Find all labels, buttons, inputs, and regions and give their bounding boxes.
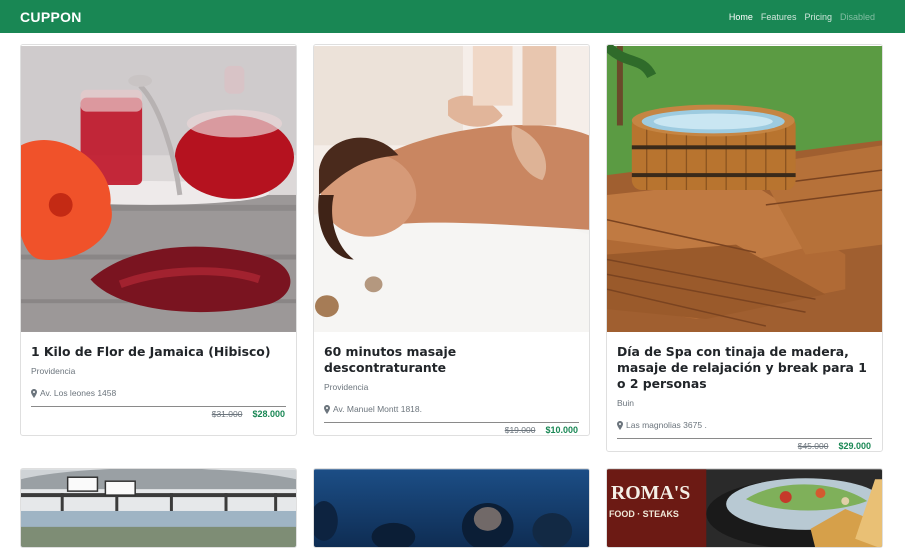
deal-title[interactable]: Día de Spa con tinaja de madera, masaje … <box>617 344 872 392</box>
price-new: $10.000 <box>545 425 578 435</box>
price-old: $19.000 <box>504 425 536 435</box>
deal-image-romas-restaurant[interactable]: ROMA'S FOOD · STEAKS <box>607 469 882 548</box>
map-pin-icon <box>617 420 623 430</box>
price-new: $28.000 <box>252 409 285 419</box>
deal-price-row: $45.000 $29.000 <box>617 438 872 451</box>
map-pin-icon <box>31 388 37 398</box>
deal-image-massage[interactable] <box>314 45 589 333</box>
deal-image-concert-crowd[interactable] <box>314 469 589 548</box>
restaurant-tagline: FOOD · STEAKS <box>609 509 679 519</box>
deal-price-row: $19.000 $10.000 <box>324 422 579 435</box>
deal-city: Buin <box>617 398 635 408</box>
deal-address-text: Av. Los leones 1458 <box>40 388 117 398</box>
price-old: $45.000 <box>797 441 829 451</box>
nav-links: Home Features Pricing Disabled <box>725 12 879 22</box>
brand-logo[interactable]: CUPPON <box>20 9 82 25</box>
deal-address: Las magnolias 3675 . <box>617 420 872 430</box>
deal-title[interactable]: 1 Kilo de Flor de Jamaica (Hibisco) <box>31 344 286 360</box>
deal-price-row: $31.000 $28.000 <box>31 406 286 419</box>
deal-card[interactable] <box>20 468 297 548</box>
nav-link-disabled: Disabled <box>839 11 875 22</box>
deal-card[interactable]: Día de Spa con tinaja de madera, masaje … <box>606 44 883 452</box>
price-new: $29.000 <box>838 441 871 451</box>
deal-title[interactable]: 60 minutos masaje descontraturante <box>324 344 579 376</box>
deal-address: Av. Los leones 1458 <box>31 388 286 398</box>
deal-card[interactable]: ROMA'S FOOD · STEAKS <box>606 468 883 548</box>
deal-image-greenhouse[interactable] <box>21 469 296 548</box>
deal-card[interactable] <box>313 468 590 548</box>
deal-address-text: Las magnolias 3675 . <box>626 420 707 430</box>
deal-card[interactable]: 60 minutos masaje descontraturante Provi… <box>313 44 590 436</box>
restaurant-logo-text: ROMA'S <box>611 482 690 504</box>
deal-address: Av. Manuel Montt 1818. <box>324 404 579 414</box>
nav-link-home[interactable]: Home <box>725 12 757 22</box>
nav-link-features[interactable]: Features <box>757 12 801 22</box>
deal-city: Providencia <box>31 366 76 376</box>
price-old: $31.000 <box>211 409 243 419</box>
map-pin-icon <box>324 404 330 414</box>
navbar: CUPPON Home Features Pricing Disabled <box>0 0 905 33</box>
deal-card[interactable]: 1 Kilo de Flor de Jamaica (Hibisco) Prov… <box>20 44 297 436</box>
deal-city: Providencia <box>324 382 369 392</box>
deal-image-hibiscus-tea[interactable] <box>21 45 296 333</box>
deal-image-wooden-hot-tub[interactable] <box>607 45 882 333</box>
nav-link-pricing[interactable]: Pricing <box>800 12 836 22</box>
deal-address-text: Av. Manuel Montt 1818. <box>333 404 422 414</box>
